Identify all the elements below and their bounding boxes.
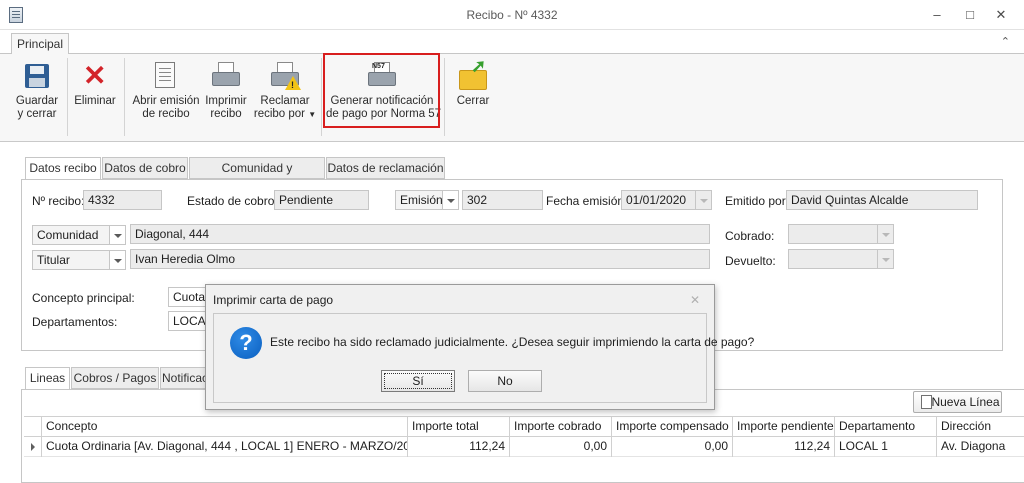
ribbon-separator <box>67 58 68 136</box>
payment-status-label: Estado de cobro: <box>187 194 278 208</box>
open-emission-button[interactable]: Abrir emisión de recibo <box>130 54 202 140</box>
ribbon-collapse-icon[interactable]: ⌃ <box>1001 35 1010 48</box>
col-importe-cobrado[interactable]: Importe cobrado <box>510 417 612 437</box>
cell-departamento[interactable]: LOCAL 1 <box>835 437 937 457</box>
printer-icon <box>210 60 242 92</box>
chevron-down-icon <box>877 250 893 268</box>
chevron-down-icon <box>109 226 125 244</box>
ribbon: Guardar y cerrar ✕ Eliminar Abrir emisió… <box>0 54 1024 142</box>
community-field: Diagonal, 444 <box>130 224 710 244</box>
yes-button[interactable]: Sí <box>381 370 455 392</box>
collected-label: Cobrado: <box>725 229 775 243</box>
tab-lineas[interactable]: Lineas <box>25 367 70 390</box>
receipt-no-field: 4332 <box>83 190 162 210</box>
window-title: Recibo - Nº 4332 <box>466 8 558 22</box>
claim-receipt-dropdown[interactable]: ! Reclamar recibo por ▼ <box>252 54 318 140</box>
question-icon: ? <box>230 327 262 359</box>
close-button[interactable]: ✕ <box>990 5 1012 25</box>
ribbon-separator <box>321 58 322 136</box>
chevron-down-icon <box>877 225 893 243</box>
tab-notificaciones[interactable]: Notificac <box>160 367 210 389</box>
cell-importe-pendiente[interactable]: 112,24 <box>733 437 835 457</box>
issued-by-field: David Quintas Alcalde <box>786 190 978 210</box>
cell-importe-total[interactable]: 112,24 <box>408 437 510 457</box>
receipt-no-label: Nº recibo: <box>32 194 85 208</box>
grid-header: Concepto Importe total Importe cobrado I… <box>24 417 1024 437</box>
chevron-down-icon <box>109 251 125 269</box>
col-concepto[interactable]: Concepto <box>42 417 408 437</box>
main-concept-field[interactable]: Cuota <box>168 287 208 307</box>
tab-cobros-pagos[interactable]: Cobros / Pagos <box>71 367 159 389</box>
col-importe-pendiente[interactable]: Importe pendiente <box>733 417 835 437</box>
printer-warning-icon: ! <box>269 60 301 92</box>
dialog-close-icon[interactable]: ✕ <box>690 293 700 307</box>
tab-reclamacion[interactable]: Datos de reclamación <box>326 157 445 179</box>
returned-select[interactable] <box>788 249 894 269</box>
payment-status-field: Pendiente <box>274 190 369 210</box>
maximize-button[interactable]: □ <box>959 5 981 25</box>
departments-field[interactable]: LOCAL <box>168 311 208 331</box>
floppy-disk-icon <box>21 60 53 92</box>
departments-label: Departamentos: <box>32 315 118 329</box>
dialog-message: Este recibo ha sido reclamado judicialme… <box>270 335 755 349</box>
emission-no-field: 302 <box>462 190 543 210</box>
close-form-button[interactable]: ➚ Cerrar <box>450 54 496 140</box>
main-concept-label: Concepto principal: <box>32 291 135 305</box>
new-line-button[interactable]: Nueva Línea <box>913 391 1002 413</box>
holder-type-select[interactable]: Titular <box>32 250 126 270</box>
col-importe-total[interactable]: Importe total <box>408 417 510 437</box>
issued-by-label: Emitido por: <box>725 194 790 208</box>
issue-date-label: Fecha emisión: <box>546 194 628 208</box>
row-indicator-icon <box>24 437 42 457</box>
ribbon-tab-strip: Principal ⌃ <box>0 30 1024 55</box>
cell-direccion[interactable]: Av. Diagona <box>937 437 1024 457</box>
ribbon-tab-principal[interactable]: Principal <box>11 33 69 55</box>
tab-datos-recibo[interactable]: Datos recibo <box>25 157 101 180</box>
delete-button[interactable]: ✕ Eliminar <box>70 54 120 140</box>
highlight-box <box>323 53 440 128</box>
chevron-down-icon <box>695 191 711 209</box>
ribbon-separator <box>124 58 125 136</box>
ribbon-separator <box>444 58 445 136</box>
dialog-title: Imprimir carta de pago <box>213 293 334 307</box>
collected-select[interactable] <box>788 224 894 244</box>
document-icon <box>150 60 182 92</box>
lines-grid: Concepto Importe total Importe cobrado I… <box>24 416 1024 457</box>
no-button[interactable]: No <box>468 370 542 392</box>
cell-importe-compensado[interactable]: 0,00 <box>612 437 733 457</box>
print-letter-dialog: Imprimir carta de pago ✕ ? Este recibo h… <box>205 284 754 410</box>
new-document-icon <box>921 395 932 409</box>
holder-field: Ivan Heredia Olmo <box>130 249 710 269</box>
tab-datos-cobro[interactable]: Datos de cobro <box>102 157 188 179</box>
col-direccion[interactable]: Dirección <box>937 417 1024 437</box>
issue-date-picker[interactable]: 01/01/2020 <box>621 190 712 210</box>
minimize-button[interactable]: – <box>926 5 948 25</box>
folder-exit-icon: ➚ <box>457 57 489 92</box>
dialog-body: ? Este recibo ha sido reclamado judicial… <box>213 313 754 403</box>
tab-comunidad[interactable]: Comunidad y propietarios <box>189 157 325 195</box>
title-bar: Recibo - Nº 4332 – □ ✕ <box>0 0 1024 30</box>
returned-label: Devuelto: <box>725 254 776 268</box>
col-importe-compensado[interactable]: Importe compensado <box>612 417 733 437</box>
chevron-down-icon: ▼ <box>308 110 317 119</box>
save-and-close-button[interactable]: Guardar y cerrar <box>10 54 64 140</box>
col-departamento[interactable]: Departamento <box>835 417 937 437</box>
chevron-down-icon <box>442 191 458 209</box>
community-type-select[interactable]: Comunidad <box>32 225 126 245</box>
cell-concepto[interactable]: Cuota Ordinaria [Av. Diagonal, 444 , LOC… <box>42 437 408 457</box>
cell-importe-cobrado[interactable]: 0,00 <box>510 437 612 457</box>
emission-type-select[interactable]: Emisión <box>395 190 459 210</box>
row-indicator-header <box>24 417 42 437</box>
red-x-icon: ✕ <box>83 60 107 91</box>
print-receipt-button[interactable]: Imprimir recibo <box>204 54 248 140</box>
table-row[interactable]: Cuota Ordinaria [Av. Diagonal, 444 , LOC… <box>24 437 1024 457</box>
